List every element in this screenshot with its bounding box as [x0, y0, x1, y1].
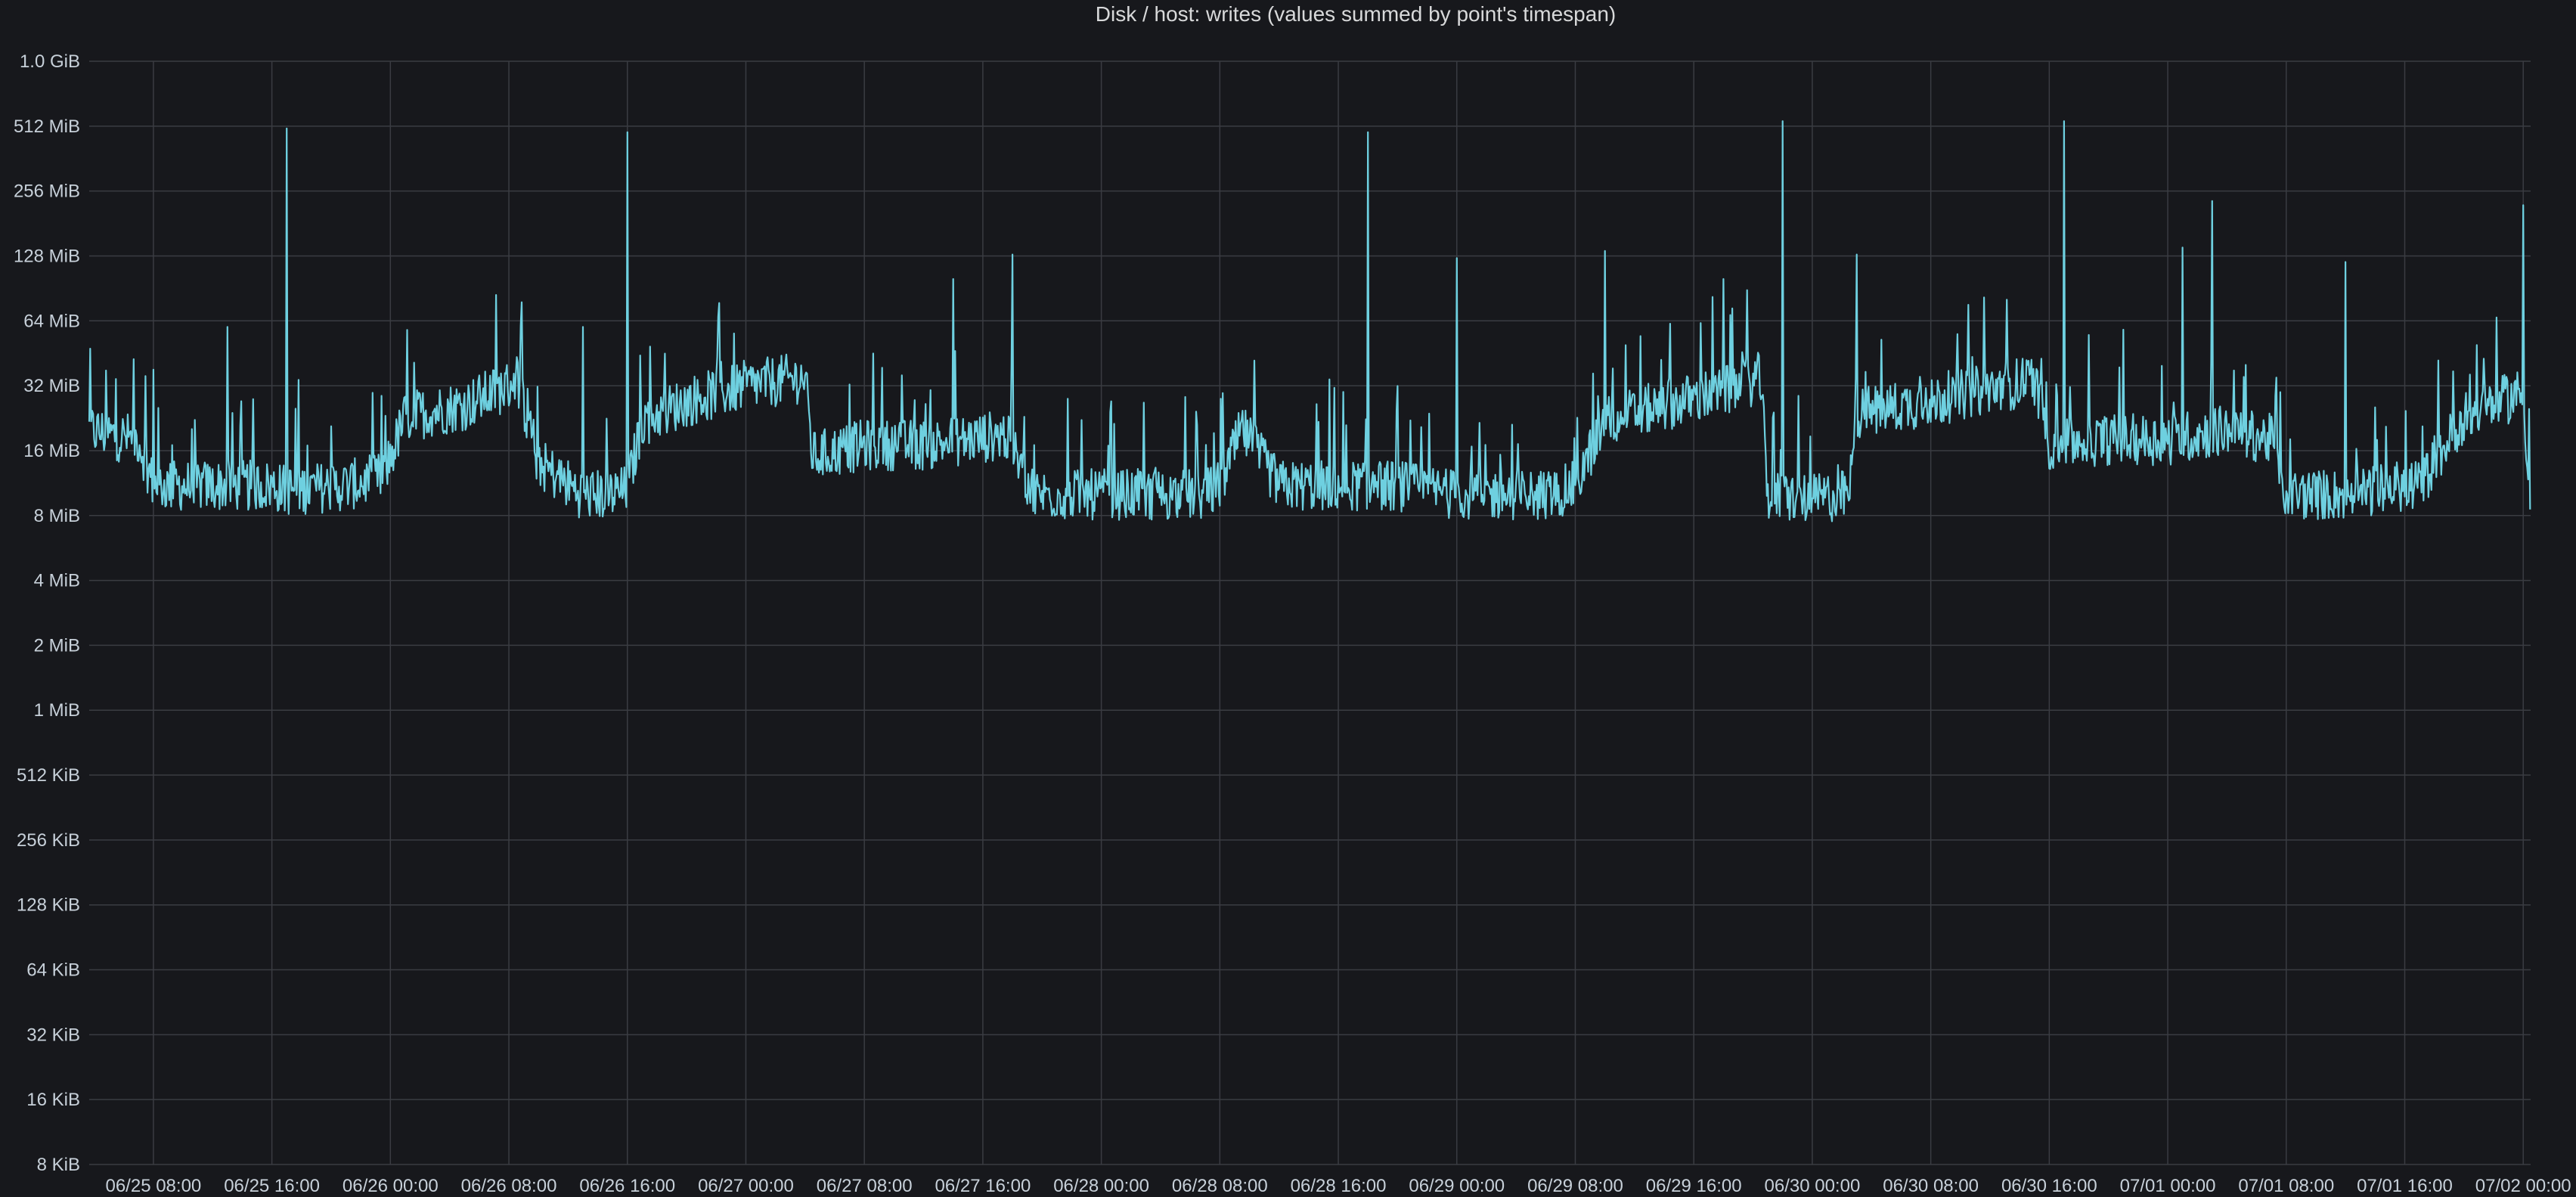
chart-title: Disk / host: writes (values summed by po… [1096, 2, 1616, 26]
y-tick-label: 64 MiB [23, 311, 80, 331]
x-tick-label: 06/27 08:00 [817, 1176, 913, 1196]
x-tick-label: 06/27 16:00 [935, 1176, 1031, 1196]
y-tick-label: 256 MiB [14, 181, 80, 202]
x-tick-label: 06/28 08:00 [1172, 1176, 1268, 1196]
vertical-gridlines [153, 61, 2524, 1164]
y-tick-label: 32 MiB [23, 376, 80, 396]
y-tick-label: 8 MiB [34, 506, 80, 526]
y-tick-label: 256 KiB [17, 830, 80, 851]
x-tick-label: 06/29 00:00 [1409, 1176, 1505, 1196]
x-tick-label: 06/30 08:00 [1883, 1176, 1979, 1196]
x-tick-label: 07/01 00:00 [2120, 1176, 2216, 1196]
x-tick-label: 06/27 00:00 [698, 1176, 794, 1196]
y-tick-label: 16 MiB [23, 441, 80, 461]
y-tick-label: 128 MiB [14, 246, 80, 266]
y-tick-label: 16 KiB [26, 1090, 80, 1110]
x-tick-label: 06/30 16:00 [2001, 1176, 2097, 1196]
x-tick-label: 06/29 08:00 [1527, 1176, 1623, 1196]
x-tick-label: 06/30 00:00 [1765, 1176, 1861, 1196]
x-tick-label: 07/01 16:00 [2357, 1176, 2453, 1196]
chart-background [0, 0, 2576, 1197]
y-tick-label: 8 KiB [37, 1155, 80, 1175]
x-axis-tick-labels: 06/25 08:00 06/25 16:00 06/26 00:00 06/26 0… [105, 1176, 2571, 1196]
x-tick-label: 06/26 08:00 [461, 1176, 557, 1196]
y-tick-label: 4 MiB [34, 571, 80, 591]
y-tick-label: 2 MiB [34, 635, 80, 656]
y-tick-label: 512 MiB [14, 116, 80, 137]
x-tick-label: 06/26 16:00 [579, 1176, 675, 1196]
x-tick-label: 07/02 00:00 [2475, 1176, 2571, 1196]
y-tick-label: 32 KiB [26, 1025, 80, 1045]
y-tick-label: 1.0 GiB [20, 51, 80, 72]
x-tick-label: 06/26 00:00 [343, 1176, 439, 1196]
y-tick-label: 128 KiB [17, 895, 80, 916]
x-tick-label: 06/29 16:00 [1646, 1176, 1742, 1196]
x-tick-label: 06/25 16:00 [224, 1176, 320, 1196]
y-tick-label: 1 MiB [34, 700, 80, 721]
x-tick-label: 06/28 00:00 [1053, 1176, 1149, 1196]
y-tick-label: 64 KiB [26, 960, 80, 981]
x-tick-label: 06/28 16:00 [1291, 1176, 1387, 1196]
x-tick-label: 06/25 08:00 [105, 1176, 201, 1196]
x-tick-label: 07/01 08:00 [2238, 1176, 2334, 1196]
chart-panel: Disk / host: writes (values summed by po… [0, 0, 2576, 1197]
y-tick-label: 512 KiB [17, 765, 80, 786]
